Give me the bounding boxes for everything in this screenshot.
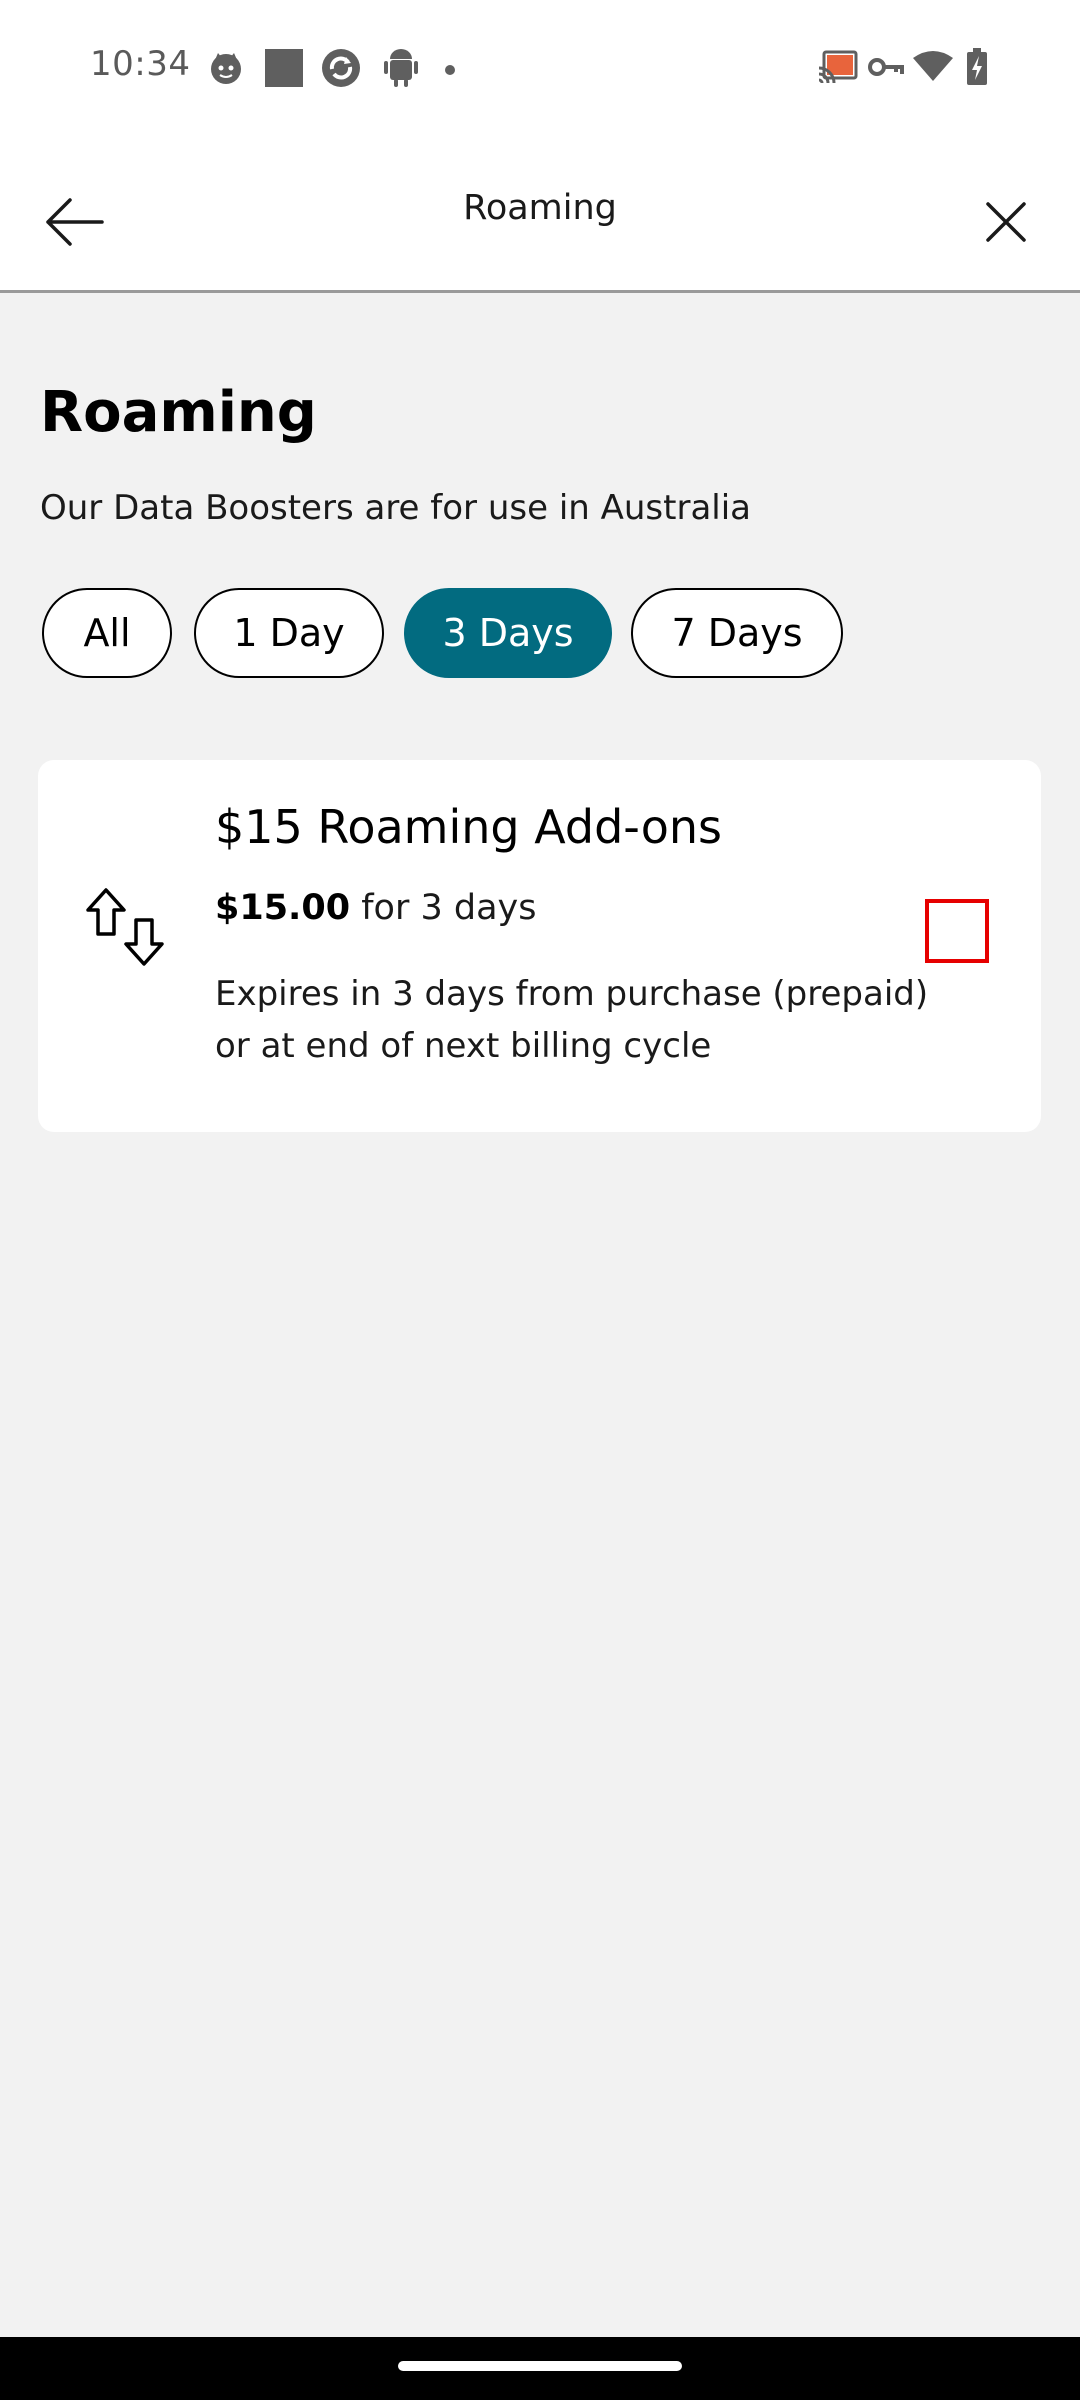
offer-select-checkbox[interactable]	[925, 899, 989, 963]
vpn-key-icon	[868, 56, 904, 82]
close-icon	[986, 202, 1026, 242]
app-bar-title: Roaming	[463, 188, 617, 228]
filter-chip-1-day[interactable]: 1 Day	[194, 588, 384, 678]
wifi-icon	[912, 50, 954, 86]
page-title: Roaming	[40, 380, 317, 445]
filter-chip-3-days[interactable]: 3 Days	[404, 588, 612, 678]
home-gesture-handle[interactable]	[398, 2361, 682, 2371]
transfer-arrows-icon	[84, 886, 166, 968]
offer-price-line: $15.00 for 3 days	[215, 888, 536, 928]
offer-title: $15 Roaming Add-ons	[215, 800, 722, 854]
close-button[interactable]	[966, 182, 1046, 262]
android-icon	[382, 48, 420, 92]
app-bar: Roaming	[0, 130, 1080, 293]
offer-price: $15.00	[215, 888, 351, 928]
system-nav-bar	[0, 2337, 1080, 2400]
status-bar: 10:34	[0, 0, 1080, 130]
cat-face-icon	[208, 50, 244, 90]
dot-icon	[444, 61, 456, 80]
offer-card[interactable]: $15 Roaming Add-ons $15.00 for 3 days Ex…	[38, 760, 1041, 1132]
filter-chip-7-days[interactable]: 7 Days	[631, 588, 843, 678]
filter-chip-all[interactable]: All	[42, 588, 172, 678]
sync-app-icon	[320, 47, 362, 93]
cast-icon	[818, 50, 858, 88]
offer-period: for 3 days	[361, 888, 537, 928]
square-icon	[264, 48, 304, 92]
battery-charging-icon	[966, 48, 988, 90]
status-time: 10:34	[90, 44, 191, 84]
page-subtitle: Our Data Boosters are for use in Austral…	[40, 488, 752, 528]
offer-description: Expires in 3 days from purchase (prepaid…	[215, 974, 929, 1066]
